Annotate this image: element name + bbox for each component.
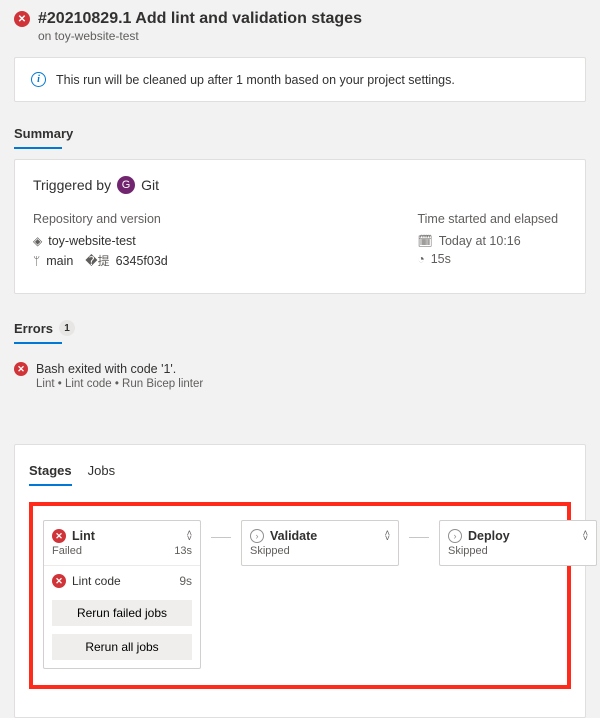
tab-stages[interactable]: Stages xyxy=(29,463,72,486)
errors-count: 1 xyxy=(59,320,75,336)
cleanup-notice: i This run will be cleaned up after 1 mo… xyxy=(14,57,586,102)
cleanup-text: This run will be cleaned up after 1 mont… xyxy=(56,73,455,87)
run-subtitle: on toy-website-test xyxy=(14,29,586,43)
stage-connector xyxy=(211,537,231,538)
info-icon: i xyxy=(31,72,46,87)
repo-heading: Repository and version xyxy=(33,212,417,226)
stage-card-deploy[interactable]: › Deploy ˄˅ Skipped xyxy=(439,520,597,566)
run-title: #20210829.1 Add lint and validation stag… xyxy=(38,10,362,28)
error-icon: ✕ xyxy=(14,11,30,27)
stages-tabs: Stages Jobs xyxy=(29,463,571,486)
expand-icon[interactable]: ˄˅ xyxy=(583,531,588,541)
rerun-all-button[interactable]: Rerun all jobs xyxy=(52,634,192,660)
time-started: Today at 10:16 xyxy=(439,234,521,248)
stage-connector xyxy=(409,537,429,538)
stage-card-lint[interactable]: ✕ Lint ˄˅ Failed 13s ✕ Lint code 9s Reru… xyxy=(43,520,201,669)
stage-name: Lint xyxy=(72,529,181,543)
errors-heading: Errors 1 xyxy=(14,320,586,336)
summary-heading: Summary xyxy=(14,126,586,149)
time-elapsed: 15s xyxy=(431,252,451,266)
branch-name[interactable]: main xyxy=(46,254,73,268)
trigger-panel: Triggered by G Git Repository and versio… xyxy=(14,159,586,294)
error-icon: ✕ xyxy=(52,574,66,588)
error-icon: ✕ xyxy=(52,529,66,543)
stages-panel: Stages Jobs ✕ Lint ˄˅ Failed 13s ✕ Lint … xyxy=(14,444,586,718)
job-duration: 9s xyxy=(179,574,192,588)
time-heading: Time started and elapsed xyxy=(417,212,567,226)
error-title: Bash exited with code '1'. xyxy=(36,362,203,376)
skip-icon: › xyxy=(250,529,264,543)
trigger-actor: Git xyxy=(141,177,159,193)
job-name: Lint code xyxy=(72,574,121,588)
calendar-icon: 🗓 xyxy=(417,234,432,248)
stages-highlight-box: ✕ Lint ˄˅ Failed 13s ✕ Lint code 9s Reru… xyxy=(29,502,571,689)
tab-jobs[interactable]: Jobs xyxy=(88,463,115,486)
stage-card-validate[interactable]: › Validate ˄˅ Skipped xyxy=(241,520,399,566)
run-header: ✕ #20210829.1 Add lint and validation st… xyxy=(0,0,600,57)
stage-status: Failed xyxy=(52,545,82,557)
stage-duration: 13s xyxy=(174,545,192,557)
branch-icon: ᛘ xyxy=(33,254,40,268)
commit-icon: �提 xyxy=(85,252,109,269)
repo-name[interactable]: toy-website-test xyxy=(48,234,136,248)
clock-icon: ◔ xyxy=(417,252,424,266)
errors-label: Errors xyxy=(14,321,53,336)
repo-icon: ◈ xyxy=(33,234,42,248)
error-path: Lint • Lint code • Run Bicep linter xyxy=(36,378,203,390)
commit-hash[interactable]: 6345f03d xyxy=(116,254,168,268)
stage-name: Validate xyxy=(270,529,379,543)
error-icon: ✕ xyxy=(14,362,28,376)
rerun-failed-button[interactable]: Rerun failed jobs xyxy=(52,600,192,626)
stage-name: Deploy xyxy=(468,529,577,543)
skip-icon: › xyxy=(448,529,462,543)
expand-icon[interactable]: ˄˅ xyxy=(187,531,192,541)
trigger-label: Triggered by xyxy=(33,177,111,193)
stage-status: Skipped xyxy=(448,545,488,557)
expand-icon[interactable]: ˄˅ xyxy=(385,531,390,541)
avatar: G xyxy=(117,176,135,194)
job-row[interactable]: ✕ Lint code 9s xyxy=(44,565,200,596)
stage-status: Skipped xyxy=(250,545,290,557)
error-row[interactable]: ✕ Bash exited with code '1'. Lint • Lint… xyxy=(0,344,600,414)
